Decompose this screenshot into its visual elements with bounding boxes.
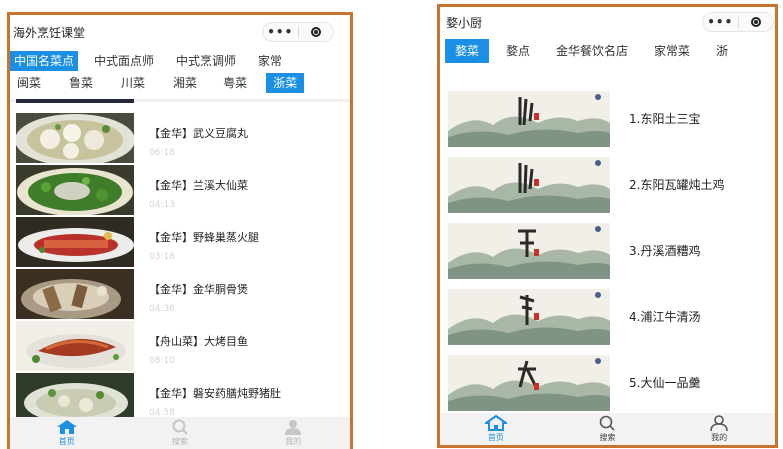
home-icon bbox=[484, 415, 507, 431]
dish-title: 2.东阳瓦罐炖土鸡 bbox=[629, 178, 725, 192]
previous-item-edge bbox=[16, 99, 134, 103]
nav-search-label: 搜索 bbox=[171, 437, 188, 446]
tab-yue-cuisine[interactable]: 粤菜 bbox=[216, 73, 254, 93]
nav-mine[interactable]: 我的 bbox=[258, 419, 328, 447]
bottom-tab-bar: 首页 搜索 我的 bbox=[10, 417, 350, 449]
app-title: 婺小厨 bbox=[446, 15, 483, 30]
video-thumbnail bbox=[16, 373, 134, 423]
dish-item[interactable]: 2.东阳瓦罐炖土鸡 bbox=[448, 157, 775, 217]
dish-title: 3.丹溪酒糟鸡 bbox=[629, 244, 701, 258]
tab-chinese-cook[interactable]: 中式烹调师 bbox=[172, 51, 240, 71]
video-item[interactable]: 【金华】野蜂巢蒸火腿 03:16 bbox=[16, 217, 350, 269]
tab-lu-cuisine[interactable]: 鲁菜 bbox=[62, 73, 100, 93]
dish-cover-image bbox=[448, 223, 610, 279]
more-button[interactable]: ••• bbox=[703, 13, 738, 31]
dish-title: 1.东阳土三宝 bbox=[629, 112, 701, 126]
video-duration: 06:18 bbox=[149, 148, 175, 158]
category-tabs: 中国名菜点 中式面点师 中式烹调师 家常 bbox=[10, 51, 350, 71]
target-icon bbox=[310, 27, 321, 37]
user-icon bbox=[285, 420, 302, 435]
nav-search[interactable]: 搜索 bbox=[572, 415, 642, 443]
tab-pastry-chef[interactable]: 中式面点师 bbox=[90, 51, 158, 71]
mini-program-capsule: ••• bbox=[262, 22, 334, 42]
tab-xiang-cuisine[interactable]: 湘菜 bbox=[166, 73, 204, 93]
nav-mine-label: 我的 bbox=[711, 433, 728, 442]
more-button[interactable]: ••• bbox=[263, 23, 298, 41]
nav-mine-label: 我的 bbox=[285, 437, 302, 446]
category-tabs: 婺菜 婺点 金华餐饮名店 家常菜 浙 bbox=[440, 39, 775, 63]
title-bar: 婺小厨 ••• bbox=[440, 7, 775, 37]
nav-search-label: 搜索 bbox=[599, 433, 616, 442]
tab-min-cuisine[interactable]: 闽菜 bbox=[10, 73, 48, 93]
dish-cover-image bbox=[448, 289, 610, 345]
video-item[interactable]: 【舟山菜】大烤目鱼 08:10 bbox=[16, 321, 350, 373]
user-icon bbox=[710, 415, 728, 431]
video-title: 【金华】兰溪大仙菜 bbox=[149, 179, 248, 192]
dish-title: 5.大仙一品羹 bbox=[629, 376, 701, 390]
video-title: 【金华】武义豆腐丸 bbox=[149, 127, 248, 140]
search-icon bbox=[172, 419, 188, 435]
nav-search[interactable]: 搜索 bbox=[145, 419, 215, 447]
video-title: 【金华】磐安药膳炖野猪肚 bbox=[149, 387, 281, 400]
nav-home[interactable]: 首页 bbox=[461, 415, 531, 443]
video-item[interactable]: 【金华】金华胴骨煲 04:36 bbox=[16, 269, 350, 321]
video-duration: 03:16 bbox=[149, 252, 175, 262]
video-title: 【金华】金华胴骨煲 bbox=[149, 283, 248, 296]
right-phone-screen: 婺小厨 ••• 婺菜 婺点 金华餐饮名店 家常菜 浙 1.东阳土三宝 2.东阳瓦… bbox=[437, 4, 778, 448]
tab-chuan-cuisine[interactable]: 川菜 bbox=[114, 73, 152, 93]
target-icon bbox=[750, 17, 761, 27]
left-phone-screen: 海外烹饪课堂 ••• 中国名菜点 中式面点师 中式烹调师 家常 闽菜 鲁菜 川菜… bbox=[7, 12, 353, 449]
cuisine-tabs: 闽菜 鲁菜 川菜 湘菜 粤菜 浙菜 bbox=[10, 73, 350, 93]
tab-home-style[interactable]: 家常 bbox=[254, 51, 286, 71]
dish-item[interactable]: 5.大仙一品羹 bbox=[448, 355, 775, 415]
video-item[interactable]: 【金华】武义豆腐丸 06:18 bbox=[16, 113, 350, 165]
close-button[interactable] bbox=[298, 27, 333, 37]
tab-chinese-famous-dishes[interactable]: 中国名菜点 bbox=[10, 51, 79, 71]
video-duration: 04:13 bbox=[149, 200, 175, 210]
nav-home[interactable]: 首页 bbox=[32, 419, 102, 447]
video-thumbnail bbox=[16, 217, 134, 267]
tab-home-dishes[interactable]: 家常菜 bbox=[645, 39, 699, 63]
nav-home-label: 首页 bbox=[58, 437, 75, 446]
dish-item[interactable]: 1.东阳土三宝 bbox=[448, 91, 775, 151]
video-thumbnail bbox=[16, 113, 134, 163]
title-bar: 海外烹饪课堂 ••• bbox=[10, 15, 350, 49]
dish-item[interactable]: 4.浦江牛清汤 bbox=[448, 289, 775, 349]
video-thumbnail bbox=[16, 165, 134, 215]
tab-wu-dishes[interactable]: 婺菜 bbox=[445, 39, 490, 63]
dish-item[interactable]: 3.丹溪酒糟鸡 bbox=[448, 223, 775, 283]
nav-mine[interactable]: 我的 bbox=[684, 415, 754, 443]
video-thumbnail bbox=[16, 321, 134, 371]
tab-zhe-cuisine[interactable]: 浙菜 bbox=[266, 73, 305, 93]
nav-home-label: 首页 bbox=[487, 433, 504, 442]
video-duration: 04:36 bbox=[149, 304, 175, 314]
dish-cover-image bbox=[448, 355, 610, 411]
video-title: 【舟山菜】大烤目鱼 bbox=[149, 335, 248, 348]
home-icon bbox=[56, 420, 77, 434]
mini-program-capsule: ••• bbox=[702, 12, 774, 32]
tab-zhe[interactable]: 浙 bbox=[707, 39, 737, 63]
video-item[interactable]: 【金华】兰溪大仙菜 04:13 bbox=[16, 165, 350, 217]
tab-jinhua-restaurants[interactable]: 金华餐饮名店 bbox=[547, 39, 637, 63]
search-icon bbox=[600, 415, 616, 431]
bottom-tab-bar: 首页 搜索 我的 bbox=[440, 413, 775, 445]
tab-wu-snacks[interactable]: 婺点 bbox=[497, 39, 539, 63]
close-button[interactable] bbox=[738, 17, 773, 27]
video-thumbnail bbox=[16, 269, 134, 319]
app-title: 海外烹饪课堂 bbox=[13, 25, 86, 40]
dish-title: 4.浦江牛清汤 bbox=[629, 310, 701, 324]
dish-cover-image bbox=[448, 91, 610, 147]
video-title: 【金华】野蜂巢蒸火腿 bbox=[149, 231, 259, 244]
video-duration: 08:10 bbox=[149, 356, 175, 366]
dish-cover-image bbox=[448, 157, 610, 213]
